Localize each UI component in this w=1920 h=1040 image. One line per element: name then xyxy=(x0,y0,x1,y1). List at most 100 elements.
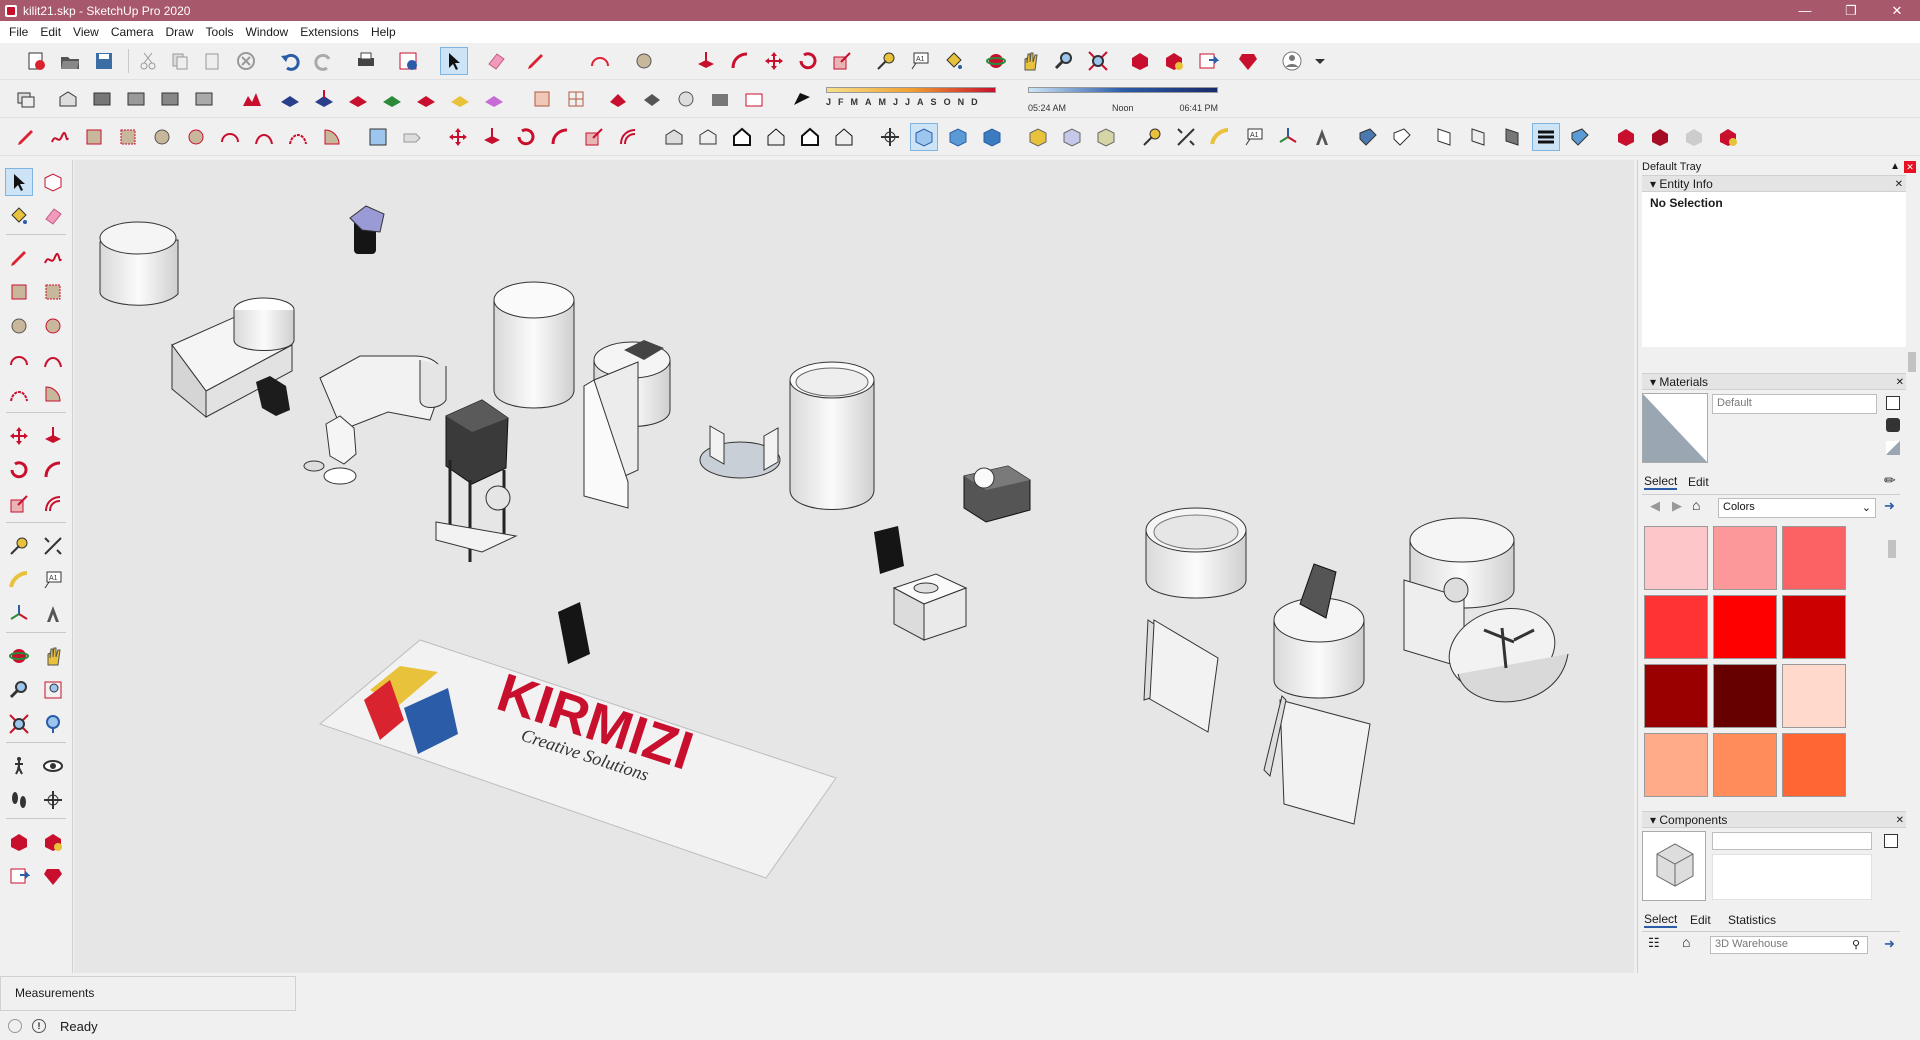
material-swatch[interactable] xyxy=(1713,526,1777,590)
protractor-button[interactable] xyxy=(1206,123,1234,151)
select-tool[interactable] xyxy=(5,168,33,196)
warehouse-button[interactable] xyxy=(1126,47,1154,75)
display-secondary-pane-icon[interactable] xyxy=(1886,396,1900,410)
materials-select-tab[interactable]: Select xyxy=(1644,474,1678,490)
rotate-button-2[interactable] xyxy=(512,123,540,151)
push-pull-button[interactable] xyxy=(692,47,720,75)
undo-button[interactable] xyxy=(276,47,304,75)
follow-me-button-2[interactable] xyxy=(546,123,574,151)
polygon-tool[interactable] xyxy=(39,312,67,340)
make-component-tool[interactable] xyxy=(39,168,67,196)
tag-button[interactable] xyxy=(398,123,426,151)
model-disc-with-brackets[interactable] xyxy=(699,425,781,479)
polygon-button[interactable] xyxy=(182,123,210,151)
iso-button[interactable] xyxy=(660,123,688,151)
section-layers-button[interactable] xyxy=(1532,123,1560,151)
move-tool-button[interactable] xyxy=(760,47,788,75)
tray-close-icon[interactable]: ✕ xyxy=(1904,161,1916,173)
menu-extensions[interactable]: Extensions xyxy=(294,21,365,43)
offset-tool[interactable] xyxy=(39,490,67,518)
get-models-button[interactable] xyxy=(1646,123,1674,151)
walk-tool[interactable] xyxy=(5,786,33,814)
extension-warehouse-button[interactable] xyxy=(1160,47,1188,75)
shaded-style-button[interactable] xyxy=(1024,123,1052,151)
date-slider-bar[interactable] xyxy=(826,87,996,93)
material-swatch[interactable] xyxy=(1782,733,1846,797)
menu-draw[interactable]: Draw xyxy=(160,21,200,43)
zoom-tool[interactable] xyxy=(5,676,33,704)
display-section-button[interactable] xyxy=(1498,123,1526,151)
left-button[interactable] xyxy=(830,123,858,151)
menu-file[interactable]: File xyxy=(3,21,34,43)
shaded-textures-button[interactable] xyxy=(672,85,700,113)
section-plane-button[interactable] xyxy=(1354,123,1382,151)
select-tool-button[interactable] xyxy=(440,47,468,75)
flip-edge-button[interactable] xyxy=(412,85,440,113)
freehand-button[interactable] xyxy=(46,123,74,151)
details-arrow-icon[interactable]: ➜ xyxy=(1884,936,1895,952)
menu-tools[interactable]: Tools xyxy=(200,21,240,43)
text-button-2[interactable]: A1 xyxy=(1240,123,1268,151)
eraser-tool[interactable] xyxy=(39,202,67,230)
right-button[interactable] xyxy=(762,123,790,151)
menu-window[interactable]: Window xyxy=(240,21,295,43)
open-file-button[interactable] xyxy=(56,47,84,75)
back-view-button[interactable] xyxy=(190,85,218,113)
entity-info-header[interactable]: ▾ Entity Info ✕ xyxy=(1642,175,1906,192)
top-button[interactable] xyxy=(694,123,722,151)
close-window-button[interactable]: ✕ xyxy=(1874,0,1920,21)
circle-tool[interactable] xyxy=(5,312,33,340)
material-name-field[interactable]: Default xyxy=(1712,394,1877,414)
wireframe-style-button[interactable] xyxy=(978,123,1006,151)
material-swatch[interactable] xyxy=(1713,664,1777,728)
stamp-button[interactable] xyxy=(276,85,304,113)
material-swatch[interactable] xyxy=(1644,526,1708,590)
restore-button[interactable]: ❐ xyxy=(1828,0,1874,21)
account-dropdown-button[interactable] xyxy=(1306,47,1334,75)
model-cylinder-with-servo[interactable] xyxy=(1263,563,1371,825)
monochrome-button[interactable] xyxy=(706,85,734,113)
tape-measure-button-2[interactable] xyxy=(1138,123,1166,151)
search-icon[interactable]: ⚲ xyxy=(1852,938,1860,951)
pan-button[interactable] xyxy=(1016,47,1044,75)
arc-tool-button[interactable] xyxy=(586,47,614,75)
model-servo-assembly[interactable] xyxy=(435,399,518,562)
previous-view-tool[interactable] xyxy=(39,710,67,738)
line-tool-button[interactable] xyxy=(522,47,550,75)
add-detail-button[interactable] xyxy=(378,85,406,113)
send-to-layout-tool[interactable] xyxy=(5,862,33,890)
minimize-button[interactable]: — xyxy=(1782,0,1828,21)
zoom-extents-button[interactable] xyxy=(1084,47,1112,75)
cut-button[interactable] xyxy=(134,47,162,75)
measurements-box[interactable]: Measurements xyxy=(0,976,296,1011)
xray-style-button[interactable] xyxy=(910,123,938,151)
position-camera-button[interactable] xyxy=(876,123,904,151)
shaded-button[interactable] xyxy=(638,85,666,113)
position-camera-tool[interactable] xyxy=(5,752,33,780)
eraser-tool-button[interactable] xyxy=(482,47,510,75)
axes-tool[interactable] xyxy=(5,600,33,628)
rotate-tool[interactable] xyxy=(5,456,33,484)
components-edit-tab[interactable]: Edit xyxy=(1690,913,1711,927)
home-icon[interactable]: ⌂ xyxy=(1692,497,1700,513)
menu-view[interactable]: View xyxy=(67,21,105,43)
send-to-layout-button[interactable] xyxy=(1194,47,1222,75)
line-tool-button-2[interactable] xyxy=(12,123,40,151)
materials-edit-tab[interactable]: Edit xyxy=(1688,475,1709,489)
close-panel-icon[interactable]: ✕ xyxy=(1896,375,1904,391)
component-name-field[interactable] xyxy=(1712,832,1872,850)
rotate-tool-button[interactable] xyxy=(794,47,822,75)
select-group-button[interactable] xyxy=(12,85,40,113)
scale-tool[interactable] xyxy=(5,490,33,518)
section-fill-toggle-button[interactable] xyxy=(1566,123,1594,151)
sandbox-mesh-button[interactable] xyxy=(480,85,508,113)
smoove-button[interactable] xyxy=(344,85,372,113)
component-description-field[interactable] xyxy=(1712,854,1872,900)
material-swatch[interactable] xyxy=(1713,733,1777,797)
text-tool[interactable]: A1 xyxy=(39,566,67,594)
right-view-button[interactable] xyxy=(156,85,184,113)
pie-tool[interactable] xyxy=(39,380,67,408)
model-small-black-part[interactable] xyxy=(558,602,590,664)
paint-bucket-tool[interactable] xyxy=(5,202,33,230)
model-servo-motor[interactable] xyxy=(963,465,1031,523)
